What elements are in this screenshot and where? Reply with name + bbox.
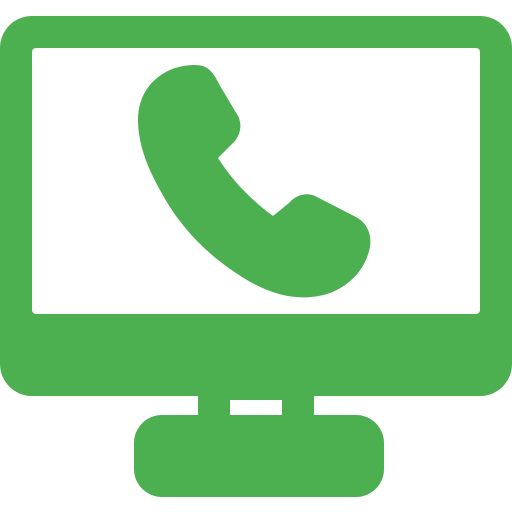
computer-phone-call-icon	[0, 16, 512, 497]
icon-canvas	[0, 0, 512, 512]
stand-base	[134, 415, 384, 497]
stand-crossbar	[198, 392, 314, 400]
monitor-stand-icon	[134, 392, 384, 497]
